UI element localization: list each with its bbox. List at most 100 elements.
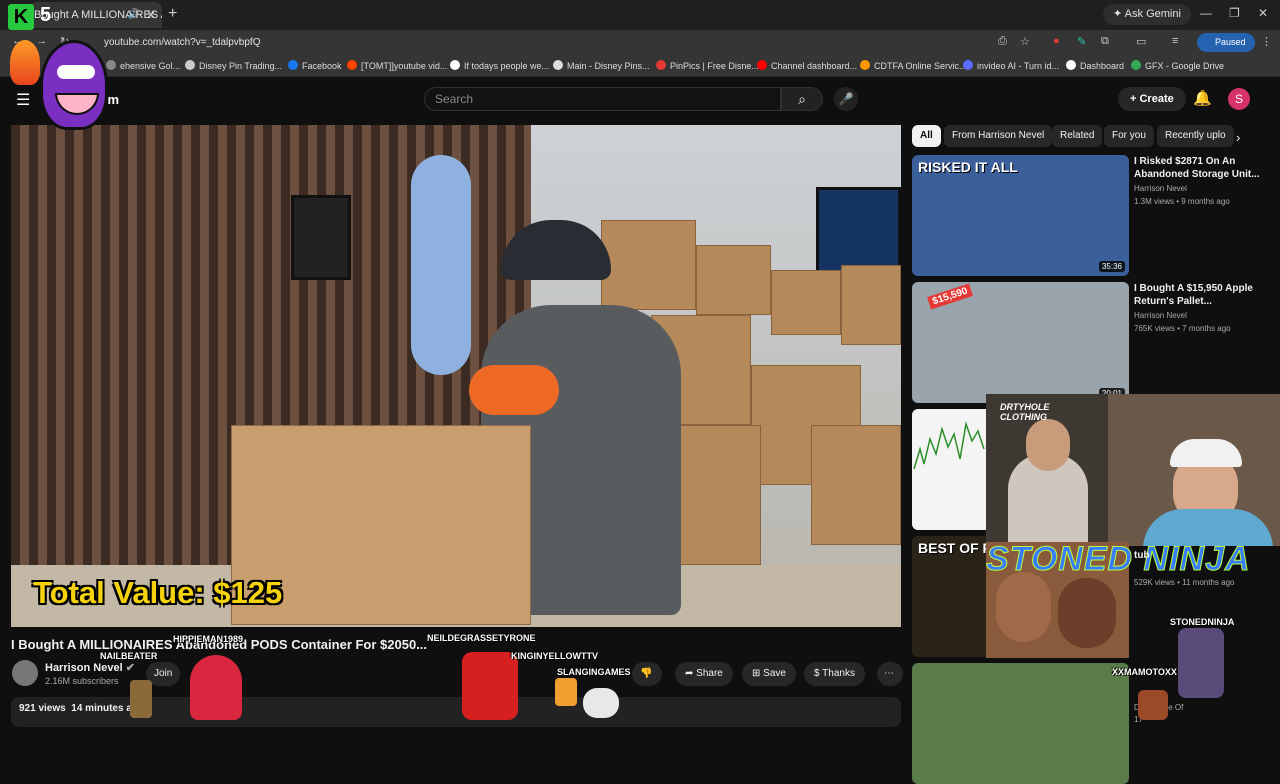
sidebar-video-meta: 529K views • 11 months ago bbox=[1134, 578, 1235, 587]
chat-username: STONEDNINJA bbox=[1170, 617, 1235, 627]
bookmark-item[interactable]: GFX - Google Drive bbox=[1131, 55, 1224, 77]
bookmark-item[interactable]: invideo AI - Turn id... bbox=[963, 55, 1059, 77]
sidebar-thumbnail[interactable] bbox=[912, 663, 1129, 784]
chat-username: HIPPIEMAN1989 bbox=[173, 634, 244, 644]
channel-name[interactable]: Harrison Nevel ✔ bbox=[45, 661, 135, 674]
knuckles-sprite-icon bbox=[190, 655, 242, 720]
chat-username: NEILDEGRASSETYRONE bbox=[427, 633, 536, 643]
bookmark-item[interactable]: [TOMT]]youtube vid... bbox=[347, 55, 447, 77]
search-icon[interactable]: ⌕ bbox=[781, 87, 823, 111]
bookmark-favicon-icon bbox=[106, 60, 116, 70]
microphone-icon[interactable]: 🎤 bbox=[834, 87, 858, 111]
streamer-webcam: DRTYHOLE CLOTHING bbox=[986, 394, 1280, 546]
thanks-button[interactable]: $ Thanks bbox=[804, 662, 865, 686]
ask-gemini-button[interactable]: ✦ Ask Gemini bbox=[1103, 4, 1191, 25]
ask-gemini-label: Ask Gemini bbox=[1124, 8, 1181, 20]
thumbnail-text: $15,590 bbox=[927, 283, 974, 310]
bookmark-label: Disney Pin Trading... bbox=[199, 61, 283, 71]
chip-filter[interactable]: Recently uplo bbox=[1157, 125, 1234, 147]
address-bar: ← → ↻ youtube.com/watch?v=_tdalpvbpfQ ⎙ … bbox=[0, 30, 1280, 55]
bookmark-item[interactable]: ehensive Gol... bbox=[106, 55, 180, 77]
view-count: 921 views 14 minutes ago bbox=[19, 703, 144, 714]
tab-search-icon[interactable]: ▭ bbox=[1136, 35, 1146, 48]
share-icon: ➦ bbox=[685, 668, 694, 679]
browser-tab-bar bbox=[0, 0, 1280, 30]
extensions-puzzle-icon[interactable]: ⧉ bbox=[1101, 35, 1109, 48]
notifications-bell-icon[interactable]: 🔔 bbox=[1193, 89, 1212, 107]
sidebar-video-title[interactable]: I Bought A $15,950 Apple Return's Pallet… bbox=[1134, 282, 1264, 308]
chips-next-icon[interactable]: › bbox=[1236, 130, 1240, 145]
account-avatar[interactable]: S bbox=[1228, 88, 1250, 110]
sidebar-thumbnail[interactable]: RISKED IT ALL 35:36 bbox=[912, 155, 1129, 276]
close-tab-icon[interactable]: ✕ bbox=[146, 2, 156, 28]
save-button[interactable]: ⊞ Save bbox=[742, 662, 796, 686]
extension-icon[interactable]: ✎ bbox=[1077, 35, 1086, 48]
bookmark-favicon-icon bbox=[288, 60, 298, 70]
bookmark-favicon-icon bbox=[656, 60, 666, 70]
share-button[interactable]: ➦ Share bbox=[675, 662, 733, 686]
paused-label: Paused bbox=[1215, 37, 1246, 47]
video-skull-art bbox=[411, 155, 471, 375]
bird-sprite-icon bbox=[555, 678, 577, 706]
hamburger-menu-icon[interactable]: ☰ bbox=[16, 90, 30, 110]
thumbnail-text: RISKED IT ALL bbox=[918, 159, 1018, 175]
sidebar-video-meta: 765K views • 7 months ago bbox=[1134, 324, 1231, 333]
chat-username: SLANGINGAMES bbox=[557, 667, 631, 677]
purple-mascot-icon bbox=[40, 40, 108, 130]
sidebar-channel-name[interactable]: Harrison Nevel bbox=[1134, 311, 1187, 320]
sidebar-video-title[interactable]: I Risked $2871 On An Abandoned Storage U… bbox=[1134, 155, 1264, 181]
bookmark-item[interactable]: Dashboard bbox=[1066, 55, 1124, 77]
profile-paused-button[interactable]: Paused bbox=[1197, 33, 1255, 52]
chat-username: KINGINYELLOWTTV bbox=[511, 651, 598, 661]
more-actions-icon[interactable]: ⋯ bbox=[877, 662, 903, 686]
webcam-person-left: DRTYHOLE CLOTHING bbox=[986, 394, 1108, 546]
extension-pinterest-icon[interactable]: ● bbox=[1053, 35, 1060, 47]
save-label: Save bbox=[763, 668, 786, 679]
bookmark-star-icon[interactable]: ☆ bbox=[1020, 35, 1030, 48]
thanks-icon: $ bbox=[814, 668, 820, 679]
bookmark-item[interactable]: Main - Disney Pins... bbox=[553, 55, 650, 77]
bookmark-item[interactable]: If todays people we... bbox=[450, 55, 549, 77]
create-button[interactable]: + Create bbox=[1118, 87, 1186, 111]
dislike-button[interactable]: 👎 bbox=[632, 662, 662, 686]
bookmark-favicon-icon bbox=[553, 60, 563, 70]
chip-filter[interactable]: From Harrison Nevel bbox=[944, 125, 1053, 147]
bookmark-label: If todays people we... bbox=[464, 61, 550, 71]
bookmark-item[interactable]: Disney Pin Trading... bbox=[185, 55, 282, 77]
stoned-ninja-banner: STONED NINJA bbox=[986, 540, 1251, 579]
bookmark-favicon-icon bbox=[963, 60, 973, 70]
browser-menu-icon[interactable]: ⋮ bbox=[1261, 35, 1272, 48]
video-player[interactable]: Total Value: $125 bbox=[11, 125, 901, 627]
bookmark-favicon-icon bbox=[347, 60, 357, 70]
bookmark-item[interactable]: PinPics | Free Disne... bbox=[656, 55, 759, 77]
chip-filter[interactable]: For you bbox=[1104, 125, 1154, 147]
webcam-person-right bbox=[1108, 394, 1280, 546]
forward-icon[interactable]: → bbox=[36, 35, 47, 47]
channel-avatar[interactable] bbox=[12, 660, 38, 686]
bookmark-label: invideo AI - Turn id... bbox=[977, 61, 1060, 71]
url-field[interactable]: youtube.com/watch?v=_tdalpvbpfQ bbox=[104, 30, 260, 55]
bookmark-item[interactable]: Facebook bbox=[288, 55, 342, 77]
k-number: 5 bbox=[40, 4, 52, 26]
bookmark-item[interactable]: Channel dashboard... bbox=[757, 55, 857, 77]
subscriber-count: 2.16M subscribers bbox=[45, 676, 119, 686]
save-icon: ⊞ bbox=[752, 668, 761, 679]
chip-filter[interactable]: Related bbox=[1052, 125, 1103, 147]
sidebar-thumbnail[interactable]: $15,59020:01 bbox=[912, 282, 1129, 403]
search-input[interactable]: Search bbox=[424, 87, 781, 111]
reading-list-icon[interactable]: ≡ bbox=[1172, 35, 1178, 47]
minimize-icon[interactable]: — bbox=[1200, 6, 1212, 20]
webcam-shirt-text: DRTYHOLE CLOTHING bbox=[1000, 402, 1050, 422]
new-tab-button[interactable]: + bbox=[168, 5, 177, 23]
sidebar-channel-name[interactable]: Harrison Nevel bbox=[1134, 184, 1187, 193]
bookmark-item[interactable]: CDTFA Online Servic... bbox=[860, 55, 967, 77]
sidebar-video-meta: 1.3M views • 9 months ago bbox=[1134, 197, 1230, 206]
ninja-sprite-icon bbox=[1178, 628, 1224, 698]
bookmark-favicon-icon bbox=[450, 60, 460, 70]
speaker-icon[interactable]: 🔊 bbox=[128, 2, 140, 28]
restore-icon[interactable]: ❐ bbox=[1229, 6, 1240, 20]
bookmark-favicon-icon bbox=[757, 60, 767, 70]
install-app-icon[interactable]: ⎙ bbox=[998, 35, 1007, 48]
close-window-icon[interactable]: ✕ bbox=[1258, 6, 1268, 20]
chip-filter[interactable]: All bbox=[912, 125, 941, 147]
